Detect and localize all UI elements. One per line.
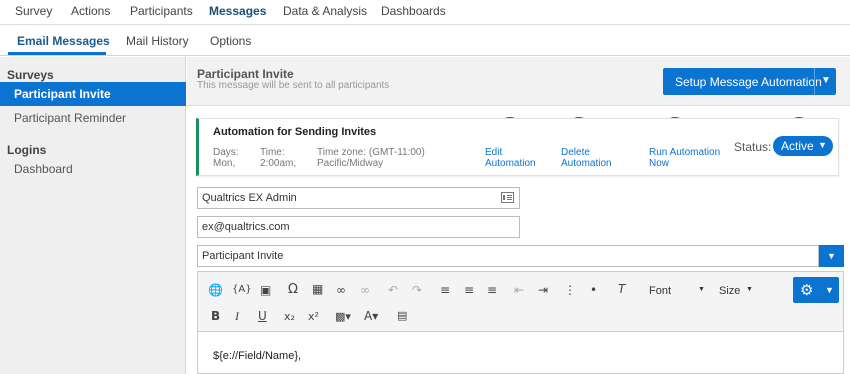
chevron-down-icon: ▼ — [818, 140, 827, 150]
top-navigation: Survey Actions Participants Messages Dat… — [0, 0, 850, 25]
bulleted-list-icon[interactable]: • — [590, 283, 597, 297]
tab-data-analysis[interactable]: Data & Analysis — [283, 4, 367, 18]
delete-link-line2: Automation — [561, 158, 612, 169]
edit-link-line2: Automation — [485, 158, 536, 169]
chevron-down-icon[interactable]: ▼ — [821, 75, 831, 86]
background-color-icon[interactable]: ▩▾ — [335, 310, 351, 323]
automation-title: Automation for Sending Invites — [213, 126, 377, 138]
undo-icon[interactable]: ↶ — [388, 283, 398, 297]
time-value: 2:00am, — [260, 158, 297, 169]
tab-mail-history[interactable]: Mail History — [126, 34, 189, 48]
numbered-list-icon[interactable]: ⋮ — [564, 283, 576, 297]
text-color-icon[interactable]: A▾ — [364, 309, 378, 323]
editor-content[interactable]: ${e://Field/Name}, — [213, 350, 301, 362]
setup-message-automation-button[interactable]: Setup Message Automation ▼ — [663, 68, 836, 95]
run-link-line2: Now — [649, 158, 670, 169]
document-icon[interactable]: ▤ — [397, 309, 407, 322]
page-title: Participant Invite — [197, 67, 294, 81]
font-label: Font — [649, 285, 672, 297]
time-label: Time: — [260, 147, 285, 158]
remove-format-icon[interactable]: T — [618, 282, 625, 296]
active-tab-indicator — [8, 52, 106, 55]
settings-button[interactable]: ⚙ ▼ — [793, 277, 839, 303]
status-dropdown[interactable]: Active ▼ — [773, 136, 833, 156]
from-name-value: Qualtrics EX Admin — [202, 192, 297, 204]
page-subtitle: This message will be sent to all partici… — [197, 80, 390, 91]
image-icon[interactable]: ▣ — [260, 283, 271, 297]
subject-select[interactable]: Participant Invite — [197, 245, 819, 267]
redo-icon[interactable]: ↷ — [412, 283, 422, 297]
days-value: Mon, — [213, 158, 236, 169]
underline-icon[interactable]: U — [258, 309, 267, 323]
align-right-icon[interactable]: ≡ — [487, 283, 497, 297]
align-center-icon[interactable]: ≡ — [464, 283, 474, 297]
tab-actions[interactable]: Actions — [71, 4, 110, 18]
size-label: Size — [719, 285, 741, 297]
gear-icon: ⚙ — [800, 281, 814, 299]
timezone-value: Pacific/Midway — [317, 158, 384, 169]
piped-text-icon[interactable]: {A} — [232, 284, 252, 295]
table-icon[interactable]: ▦ — [312, 282, 323, 296]
rich-text-editor: 🌐 {A} ▣ Ω ▦ ∞ ∞ ↶ ↷ ≡ ≡ ≡ ⇤ ⇥ ⋮ • T Font… — [197, 271, 844, 374]
from-name-field[interactable]: Qualtrics EX Admin — [197, 187, 520, 209]
edit-link-line1: Edit — [485, 147, 503, 158]
chevron-down-icon: ▼ — [746, 286, 753, 293]
logins-heading: Logins — [7, 143, 47, 157]
tab-email-messages[interactable]: Email Messages — [17, 34, 110, 48]
run-link-line1: Run Automation — [649, 147, 721, 158]
sidebar-item-participant-invite[interactable]: Participant Invite — [0, 82, 186, 106]
contact-card-icon[interactable] — [501, 192, 514, 203]
sub-navigation: Email Messages Mail History Options — [0, 26, 850, 56]
unlink-icon[interactable]: ∞ — [360, 283, 370, 297]
bold-icon[interactable]: B — [211, 309, 220, 323]
from-email-value: ex@qualtrics.com — [202, 221, 290, 233]
delete-link-line1: Delete — [561, 147, 590, 158]
button-divider — [814, 68, 815, 95]
surveys-heading: Surveys — [7, 68, 54, 82]
tab-options[interactable]: Options — [210, 34, 251, 48]
automation-card: Automation for Sending Invites Days: Mon… — [196, 118, 839, 176]
days-label: Days: — [213, 147, 239, 158]
message-header: Participant Invite This message will be … — [187, 57, 850, 106]
tab-dashboards[interactable]: Dashboards — [381, 4, 446, 18]
sidebar: Surveys Participant Invite Participant R… — [0, 57, 186, 374]
chevron-down-icon[interactable]: ▼ — [819, 245, 844, 267]
chevron-down-icon: ▼ — [698, 286, 705, 293]
tab-participants[interactable]: Participants — [130, 4, 193, 18]
globe-icon[interactable]: 🌐 — [208, 283, 223, 297]
setup-button-label: Setup Message Automation — [675, 75, 822, 89]
sidebar-item-dashboard[interactable]: Dashboard — [0, 157, 186, 181]
subject-value: Participant Invite — [202, 250, 284, 262]
editor-toolbar: 🌐 {A} ▣ Ω ▦ ∞ ∞ ↶ ↷ ≡ ≡ ≡ ⇤ ⇥ ⋮ • T Font… — [198, 272, 843, 332]
tab-survey[interactable]: Survey — [15, 4, 52, 18]
link-icon[interactable]: ∞ — [336, 283, 346, 297]
subscript-icon[interactable]: x₂ — [284, 310, 295, 323]
status-label: Status: — [734, 140, 772, 154]
from-email-field[interactable]: ex@qualtrics.com — [197, 216, 520, 238]
sidebar-item-participant-reminder[interactable]: Participant Reminder — [0, 106, 186, 130]
align-left-icon[interactable]: ≡ — [440, 283, 450, 297]
superscript-icon[interactable]: x² — [308, 310, 319, 323]
chevron-down-icon: ▼ — [825, 285, 834, 295]
omega-icon[interactable]: Ω — [288, 282, 298, 297]
italic-icon[interactable]: I — [235, 309, 239, 324]
indent-icon[interactable]: ⇥ — [538, 283, 548, 297]
timezone-label: Time zone: (GMT-11:00) — [317, 147, 425, 158]
outdent-icon[interactable]: ⇤ — [514, 283, 524, 297]
status-value: Active — [781, 139, 814, 153]
tab-messages[interactable]: Messages — [209, 4, 266, 18]
